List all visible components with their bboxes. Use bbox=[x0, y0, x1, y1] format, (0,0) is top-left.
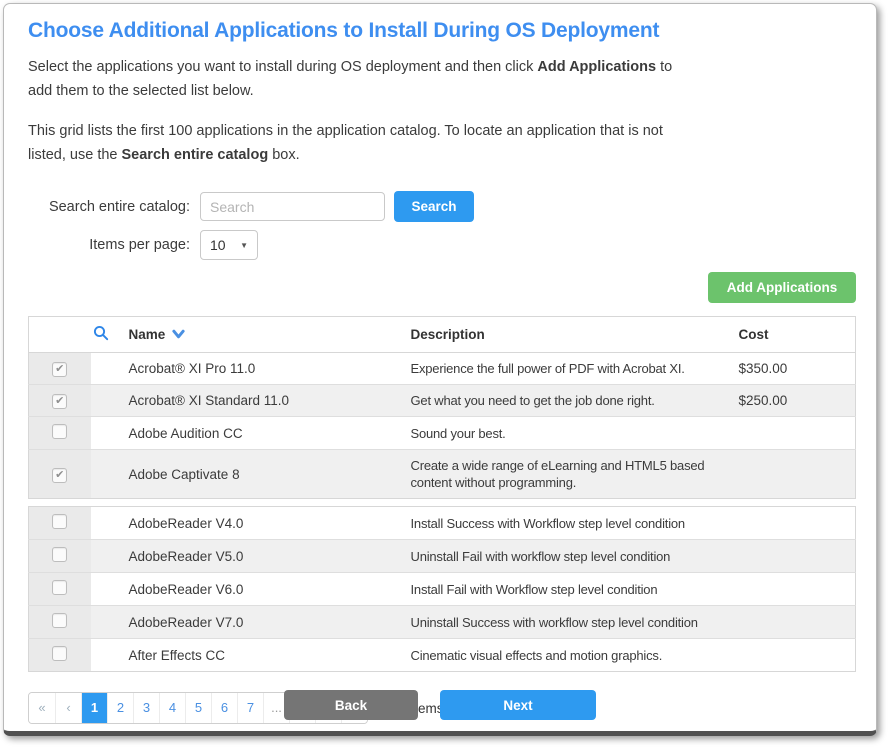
app-cost: $350.00 bbox=[729, 353, 856, 385]
back-button[interactable]: Back bbox=[284, 690, 418, 720]
app-description: Get what you need to get the job done ri… bbox=[401, 385, 729, 417]
row-select-cell bbox=[29, 450, 91, 499]
table-row: Adobe Captivate 8Create a wide range of … bbox=[29, 450, 856, 499]
app-cost bbox=[729, 450, 856, 499]
row-select-cell bbox=[29, 540, 91, 573]
app-cost bbox=[729, 639, 856, 672]
app-name: AdobeReader V5.0 bbox=[91, 540, 401, 573]
row-checkbox-checked[interactable] bbox=[52, 468, 67, 483]
sort-chevron-down-icon bbox=[172, 327, 185, 342]
row-select-cell bbox=[29, 385, 91, 417]
search-button[interactable]: Search bbox=[394, 191, 474, 222]
app-description: Install Fail with Workflow step level co… bbox=[401, 573, 729, 606]
intro-paragraph-2: This grid lists the first 100 applicatio… bbox=[28, 119, 684, 167]
caret-down-icon: ▼ bbox=[240, 241, 248, 250]
table-row: AdobeReader V5.0Uninstall Fail with work… bbox=[29, 540, 856, 573]
row-checkbox[interactable] bbox=[52, 514, 67, 529]
app-name: Adobe Audition CC bbox=[91, 417, 401, 450]
description-column-header[interactable]: Description bbox=[401, 317, 729, 353]
app-name: Adobe Captivate 8 bbox=[91, 450, 401, 499]
row-checkbox[interactable] bbox=[52, 424, 67, 439]
next-button[interactable]: Next bbox=[440, 690, 596, 720]
row-select-cell bbox=[29, 353, 91, 385]
row-checkbox[interactable] bbox=[52, 646, 67, 661]
row-select-cell bbox=[29, 417, 91, 450]
app-name: AdobeReader V4.0 bbox=[91, 507, 401, 540]
app-name: Acrobat® XI Standard 11.0 bbox=[91, 385, 401, 417]
intro2-text-end: box. bbox=[268, 147, 299, 163]
row-select-cell bbox=[29, 606, 91, 639]
app-cost bbox=[729, 540, 856, 573]
intro1-text: Select the applications you want to inst… bbox=[28, 59, 537, 75]
cost-column-header[interactable]: Cost bbox=[729, 317, 856, 353]
row-select-cell bbox=[29, 507, 91, 540]
app-description: Sound your best. bbox=[401, 417, 729, 450]
page-title: Choose Additional Applications to Instal… bbox=[28, 19, 856, 43]
row-checkbox-checked[interactable] bbox=[52, 394, 67, 409]
intro-paragraph-1: Select the applications you want to inst… bbox=[28, 55, 684, 103]
app-cost bbox=[729, 417, 856, 450]
table-row: Acrobat® XI Standard 11.0Get what you ne… bbox=[29, 385, 856, 417]
table-row: AdobeReader V7.0Uninstall Success with w… bbox=[29, 606, 856, 639]
table-row: AdobeReader V6.0Install Fail with Workfl… bbox=[29, 573, 856, 606]
add-applications-button[interactable]: Add Applications bbox=[708, 272, 856, 303]
app-description: Experience the full power of PDF with Ac… bbox=[401, 353, 729, 385]
app-name: After Effects CC bbox=[91, 639, 401, 672]
app-name: Acrobat® XI Pro 11.0 bbox=[91, 353, 401, 385]
items-per-page-select[interactable]: 10 ▼ bbox=[200, 230, 258, 260]
row-checkbox-checked[interactable] bbox=[52, 362, 67, 377]
app-description: Create a wide range of eLearning and HTM… bbox=[401, 450, 729, 499]
search-icon[interactable] bbox=[93, 325, 109, 344]
app-description: Install Success with Workflow step level… bbox=[401, 507, 729, 540]
table-header-row: Name Description Cost bbox=[29, 317, 856, 353]
app-cost bbox=[729, 573, 856, 606]
intro2-bold: Search entire catalog bbox=[122, 147, 269, 163]
row-checkbox[interactable] bbox=[52, 547, 67, 562]
table-row: Adobe Audition CCSound your best. bbox=[29, 417, 856, 450]
app-name: AdobeReader V7.0 bbox=[91, 606, 401, 639]
table-row: Acrobat® XI Pro 11.0Experience the full … bbox=[29, 353, 856, 385]
search-catalog-label: Search entire catalog: bbox=[28, 199, 200, 215]
name-column-header[interactable]: Name bbox=[91, 317, 401, 353]
row-select-cell bbox=[29, 639, 91, 672]
table-row: AdobeReader V4.0Install Success with Wor… bbox=[29, 507, 856, 540]
search-input[interactable] bbox=[200, 192, 385, 221]
app-cost: $250.00 bbox=[729, 385, 856, 417]
column-search-header bbox=[29, 317, 91, 353]
app-cost bbox=[729, 606, 856, 639]
row-checkbox[interactable] bbox=[52, 580, 67, 595]
row-select-cell bbox=[29, 573, 91, 606]
app-name: AdobeReader V6.0 bbox=[91, 573, 401, 606]
applications-table: Name Description Cost Acrobat® XI Pro 11… bbox=[28, 316, 856, 499]
wizard-panel: Choose Additional Applications to Instal… bbox=[3, 3, 877, 736]
applications-table-continued: AdobeReader V4.0Install Success with Wor… bbox=[28, 506, 856, 672]
table-row: After Effects CCCinematic visual effects… bbox=[29, 639, 856, 672]
intro1-bold: Add Applications bbox=[537, 59, 656, 75]
app-description: Uninstall Success with workflow step lev… bbox=[401, 606, 729, 639]
app-description: Cinematic visual effects and motion grap… bbox=[401, 639, 729, 672]
name-header-label: Name bbox=[129, 327, 166, 342]
row-checkbox[interactable] bbox=[52, 613, 67, 628]
app-description: Uninstall Fail with workflow step level … bbox=[401, 540, 729, 573]
items-per-page-value: 10 bbox=[210, 237, 226, 253]
items-per-page-label: Items per page: bbox=[28, 237, 200, 253]
app-cost bbox=[729, 507, 856, 540]
